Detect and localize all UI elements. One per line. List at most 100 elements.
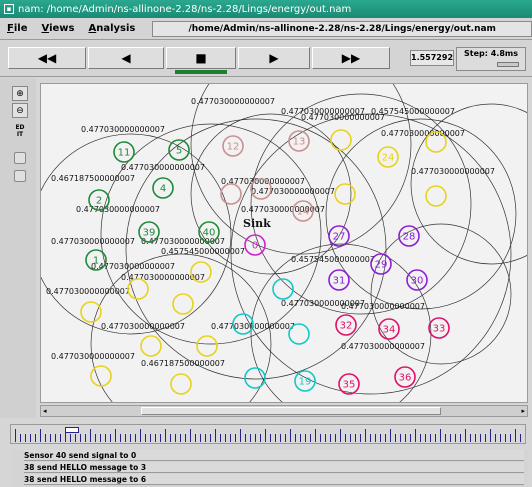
sensor-node-id: 33 xyxy=(433,324,446,335)
timeline-marker[interactable] xyxy=(65,427,79,433)
window-menu-icon[interactable]: ▪ xyxy=(4,4,14,14)
sensor-node-id: 24 xyxy=(382,153,395,164)
sensor-node-id: 14 xyxy=(297,207,310,218)
sensor-node-id: 19 xyxy=(299,377,312,388)
canvas-hscrollbar[interactable]: ◂ ▸ xyxy=(40,405,528,417)
toolbar-toggle-2[interactable] xyxy=(14,170,26,182)
sensor-node xyxy=(334,183,356,205)
sensor-node-id: 40 xyxy=(203,228,216,239)
step-slider[interactable] xyxy=(497,62,519,67)
left-toolbar: ⊕ ⊖ ED IT xyxy=(0,78,36,418)
sensor-node-id: 31 xyxy=(333,276,346,287)
energy-label: 0.477030000000007 xyxy=(51,237,135,246)
sensor-node xyxy=(80,301,102,323)
edit-button[interactable]: ED IT xyxy=(14,124,26,146)
network-canvas[interactable]: 0.477030000000007 0.477030000000007 0.4770… xyxy=(40,83,528,403)
playback-controls: ◀◀ ◀ ■ ▶ ▶▶ 1.557292 Step: 4.8ms xyxy=(0,41,532,77)
scroll-thumb[interactable] xyxy=(141,407,441,415)
energy-label: 0.477030000000007 xyxy=(341,342,425,351)
sensor-node xyxy=(220,183,242,205)
range-circle xyxy=(250,93,472,315)
energy-label: 0.477030000000007 xyxy=(51,352,135,361)
menu-views-label: iews xyxy=(49,23,75,34)
sensor-node-id: 11 xyxy=(118,148,131,159)
sensor-node-id: 34 xyxy=(383,325,396,336)
sensor-node-id: 39 xyxy=(143,228,156,239)
energy-label: 0.477030000000007 xyxy=(81,125,165,134)
annotation-panel: Sensor 40 send signal to 0 38 send HELLO… xyxy=(12,450,528,487)
zoom-in-icon[interactable]: ⊕ xyxy=(12,86,28,101)
sensor-node xyxy=(244,367,266,389)
sensor-node-id: 30 xyxy=(411,276,424,287)
energy-label: 0.477030000000007 xyxy=(101,322,185,331)
sensor-node xyxy=(140,335,162,357)
energy-label: 0.477030000000007 xyxy=(341,302,425,311)
sensor-node xyxy=(330,129,352,151)
toolbar-toggle-1[interactable] xyxy=(14,152,26,164)
sensor-node-id: 28 xyxy=(403,232,416,243)
step-label: Step: 4.8ms xyxy=(464,49,518,58)
scroll-right-arrow-icon[interactable]: ▸ xyxy=(521,406,525,416)
sensor-node-id: 5 xyxy=(176,146,182,157)
fast-forward-button[interactable]: ▶▶ xyxy=(312,47,390,69)
sensor-node-id: 0 xyxy=(252,241,258,252)
sensor-node-id: 32 xyxy=(340,321,353,332)
time-slider[interactable] xyxy=(10,424,526,444)
sensor-node xyxy=(127,278,149,300)
energy-label: 0.477030000000007 xyxy=(46,287,130,296)
energy-label: 0.467187500000007 xyxy=(51,174,135,183)
energy-label: 0.477030000000007 xyxy=(411,167,495,176)
log-line: 38 send HELLO message to 6 xyxy=(24,474,524,485)
sensor-node xyxy=(170,373,192,395)
edit-label: ED IT xyxy=(15,124,25,138)
energy-label: 0.477030000000007 xyxy=(191,97,275,106)
menu-analysis-label: nalysis xyxy=(96,23,136,34)
sensor-node-id: 36 xyxy=(399,373,412,384)
zoom-out-icon[interactable]: ⊖ xyxy=(12,103,28,118)
sensor-node-id: 2 xyxy=(96,196,102,207)
sensor-node-id: 35 xyxy=(343,380,356,391)
window-titlebar: ▪ nam: /home/Admin/ns-allinone-2.28/ns-2… xyxy=(0,0,532,18)
scroll-left-arrow-icon[interactable]: ◂ xyxy=(43,406,47,416)
energy-label: 0.477030000000007 xyxy=(121,163,205,172)
energy-label: 0.477030000000007 xyxy=(251,187,335,196)
step-control: Step: 4.8ms xyxy=(456,47,526,71)
window-title: nam: /home/Admin/ns-allinone-2.28/ns-2.2… xyxy=(18,3,352,15)
energy-label: 0.457545000000007 xyxy=(371,107,455,116)
sensor-node-id: 12 xyxy=(227,142,240,153)
sensor-node-id: 13 xyxy=(293,137,306,148)
log-line: Sensor 40 send signal to 0 xyxy=(24,450,524,461)
play-button[interactable]: ▶ xyxy=(238,47,310,69)
stop-button[interactable]: ■ xyxy=(166,47,236,74)
trace-file-path: /home/Admin/ns-allinone-2.28/ns-2.28/Lin… xyxy=(152,20,532,37)
sensor-node-id: 29 xyxy=(375,260,388,271)
menu-bar: File Views Analysis /home/Admin/ns-allin… xyxy=(0,18,532,40)
network-topology: 0.477030000000007 0.477030000000007 0.4770… xyxy=(41,84,527,402)
timeline-minor-ticks xyxy=(15,434,521,442)
sink-label: Sink xyxy=(243,217,271,230)
sensor-node-id: 4 xyxy=(160,184,166,195)
sensor-node-id: 27 xyxy=(333,232,346,243)
energy-label: 0.457545000000007 xyxy=(291,255,375,264)
log-line: 38 send HELLO message to 3 xyxy=(24,462,524,473)
simulation-time-display: 1.557292 xyxy=(410,50,454,66)
sensor-node-id: 1 xyxy=(93,256,99,267)
sensor-node xyxy=(196,335,218,357)
menu-analysis[interactable]: Analysis xyxy=(81,23,142,34)
energy-label: 0.477030000000007 xyxy=(381,129,465,138)
energy-label: 0.477030000000007 xyxy=(76,205,160,214)
menu-file[interactable]: File xyxy=(0,23,34,34)
sensor-node xyxy=(288,323,310,345)
menu-views-mnemonic: V xyxy=(41,23,50,34)
rewind-button[interactable]: ◀◀ xyxy=(8,47,86,69)
menu-file-label: ile xyxy=(13,23,28,34)
range-circle xyxy=(230,113,512,395)
step-back-button[interactable]: ◀ xyxy=(88,47,164,69)
energy-label: 0.467187500000007 xyxy=(141,359,225,368)
sensor-node xyxy=(425,185,447,207)
menu-views[interactable]: Views xyxy=(34,23,81,34)
menu-file-mnemonic: F xyxy=(7,23,14,34)
energy-label: 0.457545000000007 xyxy=(161,247,245,256)
sensor-node xyxy=(172,293,194,315)
sensor-node xyxy=(90,365,112,387)
